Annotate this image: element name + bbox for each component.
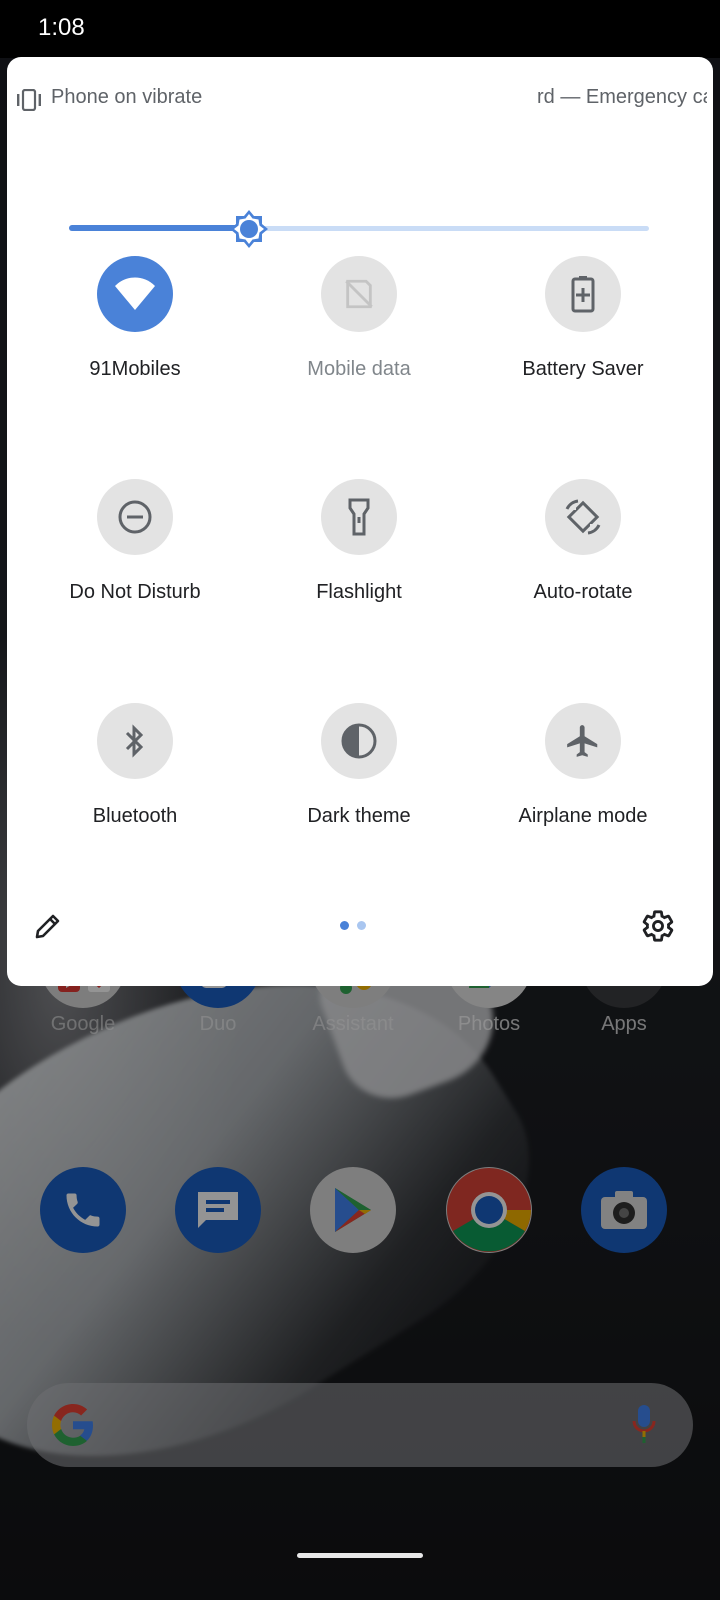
brightness-slider[interactable] bbox=[69, 209, 649, 249]
tile-wifi[interactable]: 91Mobiles bbox=[35, 256, 235, 416]
do-not-disturb-icon bbox=[118, 500, 152, 534]
quick-settings-panel: Phone on vibrate rd — Emergency ca 91Mob… bbox=[7, 57, 713, 986]
tile-dark-theme-label: Dark theme bbox=[307, 805, 411, 827]
tile-bluetooth-label: Bluetooth bbox=[92, 805, 178, 827]
tile-battery-saver-label: Battery Saver bbox=[522, 358, 644, 380]
tile-dark-theme[interactable]: Dark theme bbox=[259, 703, 459, 863]
flashlight-icon bbox=[348, 498, 370, 536]
tile-flashlight[interactable]: Flashlight bbox=[259, 479, 459, 639]
brightness-track-fill bbox=[69, 225, 249, 231]
tile-battery-saver-toggle[interactable] bbox=[545, 256, 621, 332]
tile-mobile-data[interactable]: Mobile data bbox=[259, 256, 459, 416]
battery-saver-icon bbox=[571, 276, 595, 313]
tile-mobile-data-label: Mobile data bbox=[307, 358, 411, 380]
page-dot bbox=[357, 921, 366, 930]
tile-auto-rotate-toggle[interactable] bbox=[545, 479, 621, 555]
status-time: 1:08 bbox=[38, 14, 85, 41]
auto-rotate-icon bbox=[564, 498, 602, 536]
tile-bluetooth-toggle[interactable] bbox=[97, 703, 173, 779]
tile-airplane-mode[interactable]: Airplane mode bbox=[483, 703, 683, 863]
quick-settings-footer bbox=[7, 897, 713, 957]
tile-flashlight-toggle[interactable] bbox=[321, 479, 397, 555]
status-bar: 1:08 bbox=[0, 0, 720, 58]
tile-airplane-mode-toggle[interactable] bbox=[545, 703, 621, 779]
tile-wifi-toggle[interactable] bbox=[97, 256, 173, 332]
tile-bluetooth[interactable]: Bluetooth bbox=[35, 703, 235, 863]
tile-dark-theme-toggle[interactable] bbox=[321, 703, 397, 779]
wifi-icon bbox=[115, 277, 155, 310]
page-dot-current bbox=[340, 921, 349, 930]
tile-battery-saver[interactable]: Battery Saver bbox=[483, 256, 683, 416]
tile-do-not-disturb[interactable]: Do Not Disturb bbox=[35, 479, 235, 639]
tile-auto-rotate[interactable]: Auto-rotate bbox=[483, 479, 683, 639]
tile-wifi-label: 91Mobiles bbox=[89, 358, 181, 380]
tile-auto-rotate-label: Auto-rotate bbox=[533, 581, 633, 603]
settings-gear-icon[interactable] bbox=[641, 909, 675, 943]
ringer-status-text[interactable]: Phone on vibrate bbox=[51, 86, 202, 109]
carrier-status-text: rd — Emergency ca bbox=[537, 86, 707, 108]
tile-do-not-disturb-label: Do Not Disturb bbox=[69, 581, 201, 603]
edit-pencil-icon[interactable] bbox=[33, 911, 63, 941]
tile-airplane-mode-label: Airplane mode bbox=[518, 805, 648, 827]
dark-theme-icon bbox=[341, 723, 377, 759]
vibrate-icon bbox=[17, 89, 41, 111]
page-indicator bbox=[340, 921, 380, 933]
tile-do-not-disturb-toggle[interactable] bbox=[97, 479, 173, 555]
tile-flashlight-label: Flashlight bbox=[316, 581, 402, 603]
gesture-nav-handle[interactable] bbox=[297, 1553, 423, 1558]
brightness-thumb-icon[interactable] bbox=[229, 209, 269, 249]
tile-mobile-data-toggle[interactable] bbox=[321, 256, 397, 332]
airplane-icon bbox=[567, 725, 598, 757]
quick-settings-header: Phone on vibrate rd — Emergency ca bbox=[7, 57, 713, 137]
mobile-data-off-icon bbox=[345, 279, 373, 309]
bluetooth-icon bbox=[125, 724, 144, 758]
